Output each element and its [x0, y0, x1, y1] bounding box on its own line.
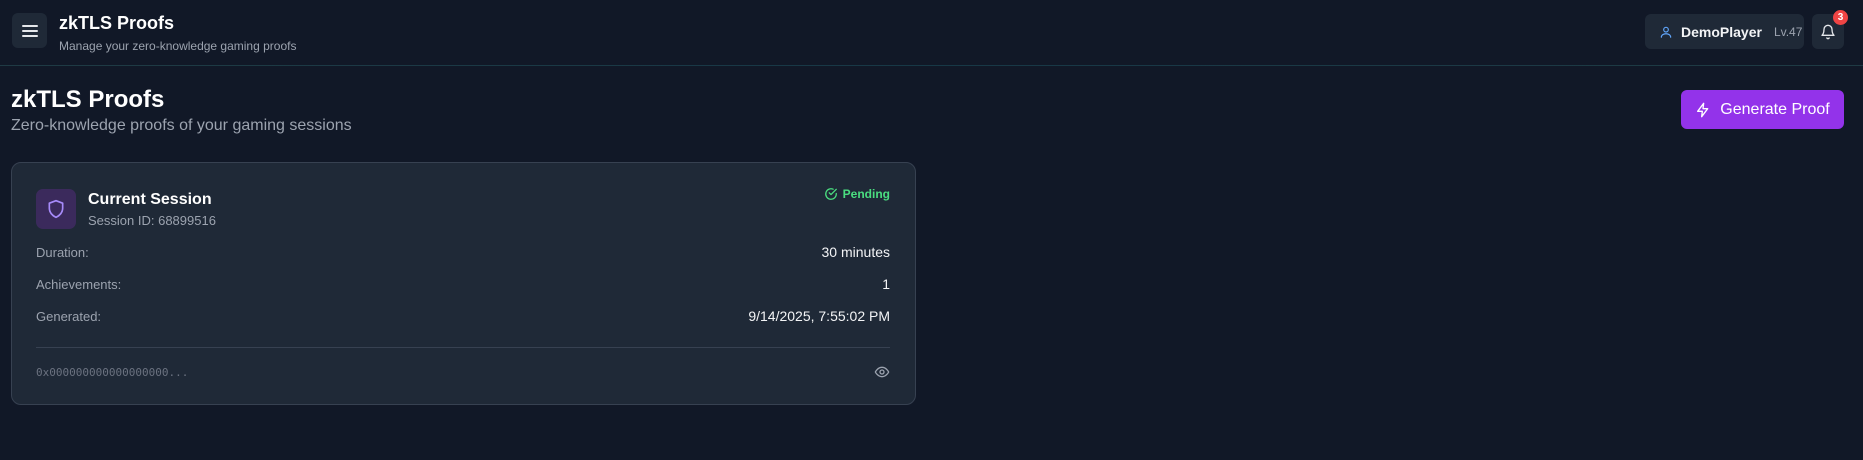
page-subtitle: Zero-knowledge proofs of your gaming ses… [11, 117, 352, 134]
app-title: zkTLS Proofs [59, 13, 175, 33]
user-name: DemoPlayer [1681, 23, 1762, 40]
menu-button[interactable] [12, 13, 47, 48]
app-subtitle: Manage your zero-knowledge gaming proofs [59, 39, 297, 53]
generate-proof-button[interactable]: Generate Proof [1681, 90, 1844, 129]
card-divider [36, 347, 890, 348]
generated-value: 9/14/2025, 7:55:02 PM [748, 308, 890, 324]
shield-badge [36, 189, 76, 229]
user-level: Lv.47 [1773, 24, 1803, 39]
user-icon [1660, 26, 1672, 38]
detail-row-achievements: Achievements: 1 [36, 275, 890, 293]
achievements-label: Achievements: [36, 276, 122, 292]
bell-icon [1821, 24, 1835, 39]
session-title: Current Session [88, 191, 212, 208]
achievements-value: 1 [882, 276, 890, 292]
view-proof-button[interactable] [873, 364, 891, 380]
status-badge: Pending [824, 187, 890, 201]
generate-proof-label: Generate Proof [1720, 100, 1830, 118]
notifications-button[interactable]: 3 [1812, 10, 1848, 49]
proof-hash: 0x000000000000000000... [36, 366, 189, 379]
page-title: zkTLS Proofs [11, 86, 165, 113]
proof-card: Current Session Session ID: 68899516 Pen… [11, 162, 916, 405]
detail-row-generated: Generated: 9/14/2025, 7:55:02 PM [36, 307, 890, 325]
shield-icon [48, 199, 64, 219]
zap-icon [1697, 102, 1709, 117]
session-id: Session ID: 68899516 [88, 213, 216, 228]
user-profile-button[interactable]: DemoPlayer Lv.47 [1645, 14, 1804, 49]
duration-label: Duration: [36, 244, 89, 260]
detail-row-duration: Duration: 30 minutes [36, 243, 890, 261]
generated-label: Generated: [36, 308, 102, 324]
duration-value: 30 minutes [821, 244, 890, 260]
notification-badge: 3 [1833, 10, 1848, 25]
menu-icon [21, 24, 38, 37]
top-bar: zkTLS Proofs Manage your zero-knowledge … [0, 0, 1863, 66]
status-label: Pending [842, 187, 890, 201]
eye-icon [874, 366, 890, 378]
check-circle-icon [824, 188, 837, 200]
